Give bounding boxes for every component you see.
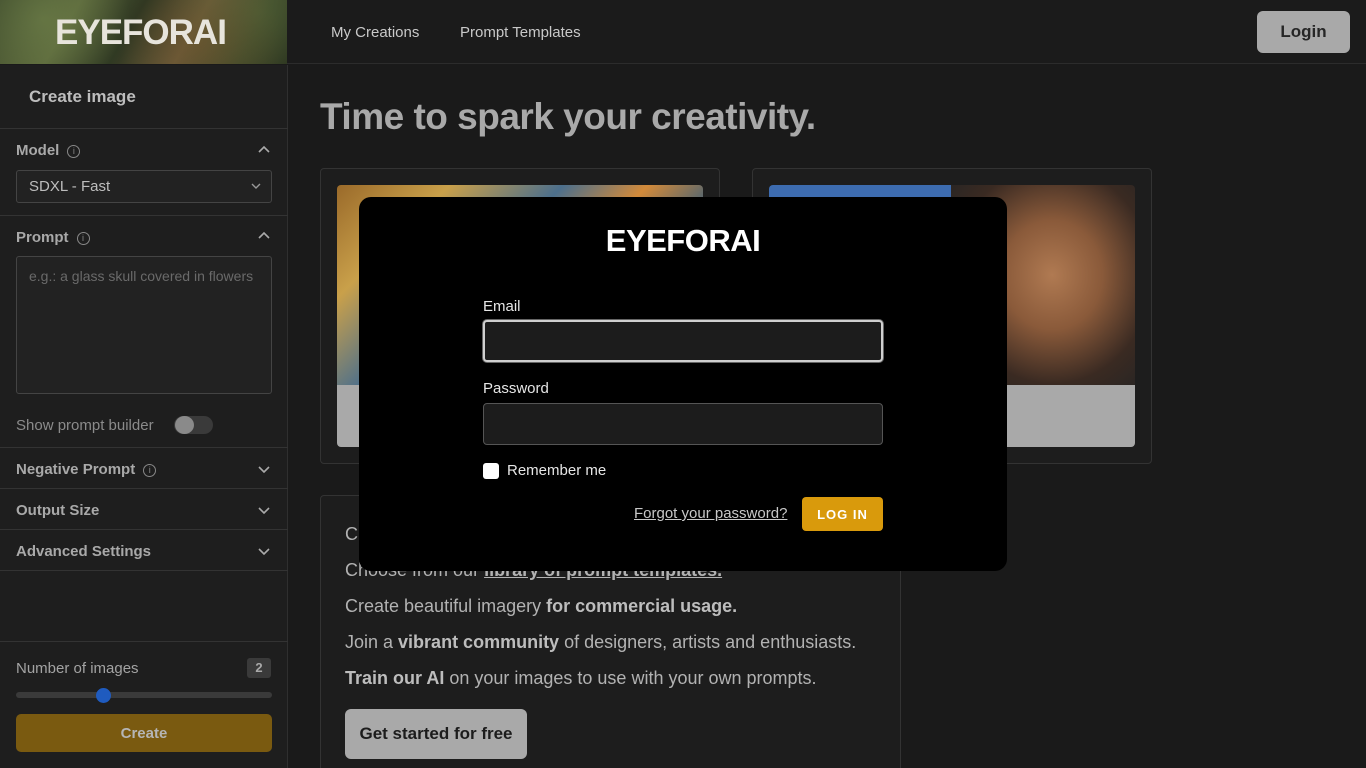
prompt-builder-label: Show prompt builder: [16, 417, 154, 434]
prompt-label: Prompt: [16, 229, 69, 246]
log-in-button[interactable]: LOG IN: [802, 497, 883, 531]
number-of-images-value: 2: [247, 658, 271, 678]
create-sidebar: Create image Model i SDXL - Fast Prompt i …: [0, 65, 288, 768]
advanced-settings-label: Advanced Settings: [16, 543, 152, 560]
toggle-knob: [175, 416, 194, 434]
model-label: Model: [16, 142, 60, 159]
chevron-down-icon[interactable]: [257, 462, 271, 476]
chevron-down-icon: [251, 183, 261, 189]
page-headline: Time to spark your creativity.: [320, 96, 816, 137]
model-section-header[interactable]: Model i: [16, 142, 81, 159]
advanced-settings-section-header[interactable]: Advanced Settings: [16, 543, 151, 560]
create-button[interactable]: Create: [16, 714, 272, 752]
info-icon[interactable]: i: [67, 145, 81, 158]
prompt-placeholder: e.g.: a glass skull covered in flowers: [29, 268, 254, 284]
nav-prompt-templates[interactable]: Prompt Templates: [460, 24, 581, 41]
divider: [0, 641, 288, 642]
remember-me-label[interactable]: Remember me: [507, 462, 606, 479]
chevron-up-icon[interactable]: [257, 229, 271, 243]
chevron-down-icon[interactable]: [257, 503, 271, 517]
chevron-up-icon[interactable]: [257, 143, 271, 157]
brand-logo: EYEFORAI: [55, 13, 227, 52]
forgot-password-link[interactable]: Forgot your password?: [634, 505, 787, 522]
email-label: Email: [483, 298, 521, 315]
divider: [0, 488, 288, 489]
divider: [0, 570, 288, 571]
email-field[interactable]: [483, 320, 883, 362]
info-line-5: Train our AI on your images to use with …: [345, 668, 817, 688]
nav-my-creations[interactable]: My Creations: [331, 24, 419, 41]
info-line-4: Join a vibrant community of designers, a…: [345, 632, 857, 652]
top-bar: EYEFORAI My Creations Prompt Templates L…: [0, 0, 1366, 64]
sidebar-title: Create image: [29, 87, 136, 106]
info-line-3: Create beautiful imagery for commercial …: [345, 596, 738, 616]
model-select[interactable]: SDXL - Fast: [16, 170, 272, 203]
divider: [0, 529, 288, 530]
info-icon[interactable]: i: [76, 232, 90, 245]
number-of-images-label: Number of images: [16, 660, 139, 677]
divider: [0, 215, 288, 216]
login-modal: EYEFORAI Email Password Remember me Forg…: [359, 197, 1007, 571]
number-of-images-slider[interactable]: [16, 692, 272, 698]
modal-logo: EYEFORAI: [605, 223, 761, 258]
get-started-button[interactable]: Get started for free: [345, 709, 527, 759]
chevron-down-icon[interactable]: [257, 544, 271, 558]
slider-handle[interactable]: [96, 688, 111, 703]
password-label: Password: [483, 380, 549, 397]
info-line-1: C: [345, 524, 358, 544]
prompt-section-header[interactable]: Prompt i: [16, 229, 90, 246]
brand-logo-banner[interactable]: EYEFORAI: [0, 0, 287, 64]
model-select-value: SDXL - Fast: [29, 178, 111, 195]
negative-prompt-label: Negative Prompt: [16, 461, 136, 478]
remember-me-checkbox[interactable]: [483, 463, 499, 479]
prompt-input[interactable]: e.g.: a glass skull covered in flowers: [16, 256, 272, 394]
login-button[interactable]: Login: [1257, 11, 1350, 53]
prompt-builder-toggle[interactable]: [174, 416, 213, 434]
negative-prompt-section-header[interactable]: Negative Prompt i: [16, 461, 157, 478]
divider: [0, 128, 288, 129]
divider: [0, 447, 288, 448]
output-size-label: Output Size: [16, 502, 100, 519]
info-icon[interactable]: i: [143, 464, 157, 477]
output-size-section-header[interactable]: Output Size: [16, 502, 99, 519]
password-field[interactable]: [483, 403, 883, 445]
